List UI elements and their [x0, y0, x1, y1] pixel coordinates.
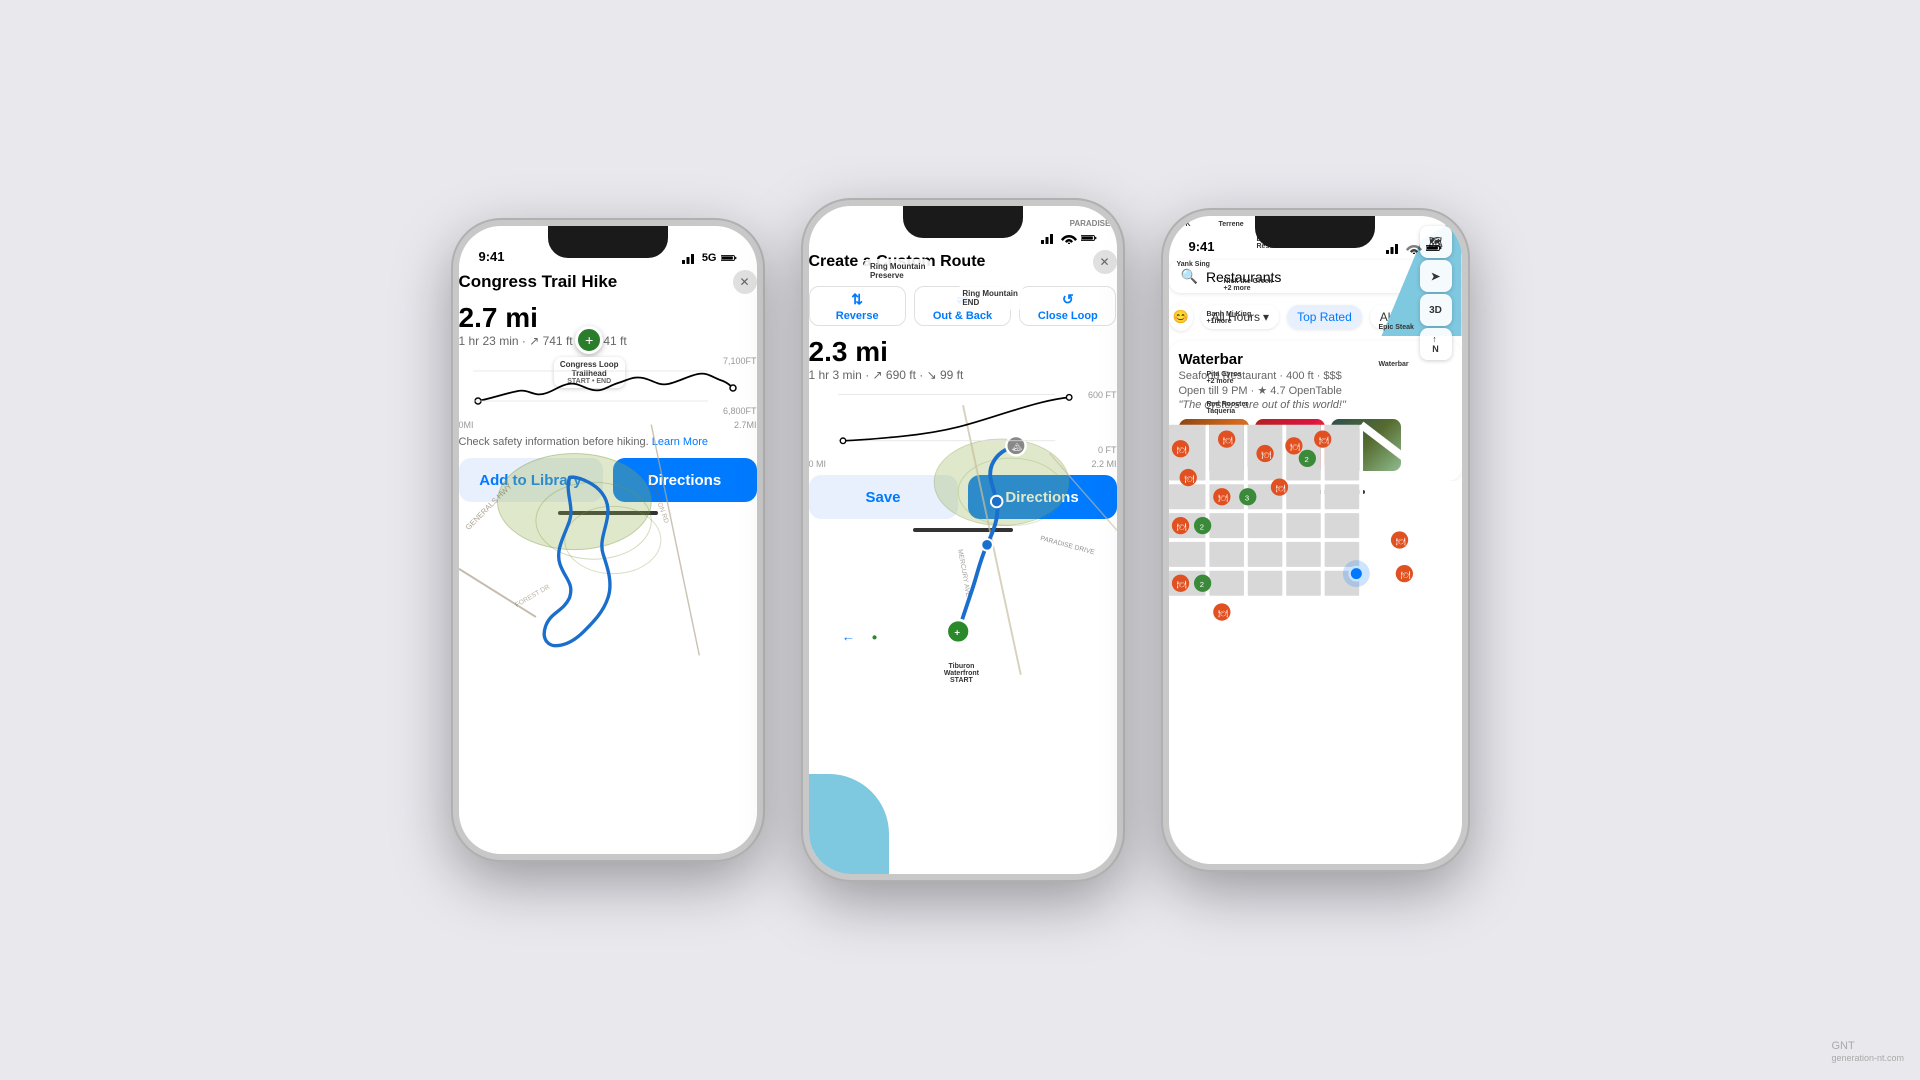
svg-text:←: ← [841, 629, 854, 644]
power-button-3 [1466, 356, 1468, 436]
location-btn[interactable]: ➤ [1420, 260, 1452, 292]
status-icons-2 [1041, 232, 1097, 244]
watermark-url: generation-nt.com [1831, 1053, 1904, 1063]
svg-text:🍽: 🍽 [1217, 609, 1227, 618]
power-button-2 [1121, 346, 1123, 426]
svg-text:🍽: 🍽 [1222, 436, 1232, 445]
svg-text:2: 2 [1199, 522, 1203, 531]
scene: 9:41 5G [453, 200, 1468, 880]
ring-mountain-end: Ring MountainEND [956, 286, 1024, 310]
elev-high: 7,100FT [723, 356, 757, 366]
svg-text:🍽: 🍽 [1290, 443, 1300, 452]
phone-1-hiking: 9:41 5G [453, 220, 763, 860]
svg-text:🍽: 🍽 [1176, 522, 1186, 531]
status-time-3: 9:41 [1189, 239, 1215, 254]
gozu-label: GOZU [1264, 224, 1284, 231]
trailhead-icon: + [575, 326, 603, 354]
svg-text:●: ● [871, 632, 877, 643]
red-rooster-label: Red RoosterTaqueria [1207, 401, 1249, 415]
network-type-1: 5G [702, 252, 717, 264]
status-bar-1: 9:41 5G [459, 226, 757, 270]
svg-text:🍽: 🍽 [1395, 537, 1405, 546]
start-label: TiburonWaterfrontSTART [938, 660, 985, 687]
elevation-chart-2: 600 FT 0 FT [809, 390, 1117, 455]
ozumo-label: Ozumo [1321, 221, 1345, 228]
signal-icon-1 [682, 252, 698, 264]
waterbar-label: Waterbar [1379, 361, 1409, 368]
compass-btn[interactable]: ↑N [1420, 328, 1452, 360]
phone-2-route: 9:41 [803, 200, 1123, 880]
elev-low-2: 0 FT [1088, 445, 1117, 455]
svg-text:2: 2 [1199, 580, 1203, 589]
svg-text:3: 3 [1244, 494, 1248, 503]
elev-low: 6,800FT [723, 406, 757, 416]
svg-text:🍽: 🍽 [1275, 484, 1285, 493]
svg-text:🍽: 🍽 [1400, 570, 1410, 579]
battery-icon-3 [1426, 242, 1442, 254]
yank-label: Yank Sing [1177, 261, 1210, 268]
status-time-1: 9:41 [479, 249, 505, 264]
status-bar-3: 9:41 [1169, 216, 1462, 260]
epic-steak-label: Epic Steak [1379, 324, 1414, 331]
status-icons-1: 5G [682, 252, 737, 264]
svg-text:🍽: 🍽 [1261, 450, 1271, 459]
trail-svg: GENERALS HWY WOLVERTON RD FOREST DR [459, 226, 757, 854]
status-bar-2: 9:41 [809, 206, 1117, 250]
elev-high-2: 600 FT [1088, 390, 1117, 400]
battery-icon-2 [1081, 232, 1097, 244]
svg-text:FOREST DR: FOREST DR [514, 584, 551, 609]
preserve-label: Ring MountainPreserve [864, 259, 932, 283]
svg-text:+: + [954, 627, 960, 638]
elevation-labels: 7,100FT 6,800FT [723, 356, 757, 416]
perrys-label: Perry's+1more [1289, 229, 1314, 243]
svg-text:MERCURY AVE: MERCURY AVE [956, 549, 971, 598]
banh-label: Banh Mi King+1more [1207, 311, 1252, 325]
phone-3-restaurants: 9:41 [1163, 210, 1468, 870]
elevation-labels-2: 600 FT 0 FT [1088, 390, 1117, 455]
3d-btn[interactable]: 3D [1420, 294, 1452, 326]
svg-text:🍽: 🍽 [1184, 474, 1194, 483]
svg-text:2: 2 [1304, 455, 1308, 464]
wifi-icon-2 [1061, 232, 1077, 244]
pita-label: Pita Gyros+2 more [1207, 371, 1242, 385]
svg-text:🍽: 🍽 [1318, 436, 1328, 445]
status-time-2: 9:41 [829, 229, 855, 244]
svg-text:PARADISE DRIVE: PARADISE DRIVE [1039, 535, 1095, 556]
svg-text:🍽: 🍽 [1176, 580, 1186, 589]
battery-icon-1 [721, 252, 737, 264]
power-button [761, 366, 763, 446]
wifi-icon-3 [1406, 242, 1422, 254]
signal-icon-3 [1386, 242, 1402, 254]
svg-text:🍽: 🍽 [1176, 446, 1186, 455]
svg-text:🍽: 🍽 [1217, 494, 1227, 503]
status-icons-3 [1386, 242, 1442, 254]
elevation-chart-1: 7,100FT 6,800FT [459, 356, 757, 416]
watermark: GNT generation-nt.com [1831, 1040, 1904, 1064]
nick-label: Nick the Greek+2 more [1224, 278, 1273, 292]
signal-icon-2 [1041, 232, 1057, 244]
